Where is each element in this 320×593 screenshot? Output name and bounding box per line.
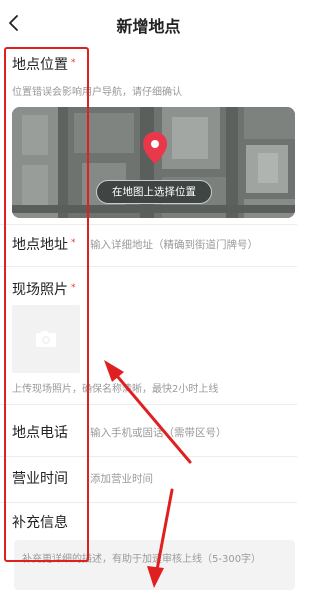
annotation-arrows — [104, 360, 192, 588]
annotation-arrow — [104, 360, 192, 464]
annotation-arrow — [147, 488, 174, 588]
